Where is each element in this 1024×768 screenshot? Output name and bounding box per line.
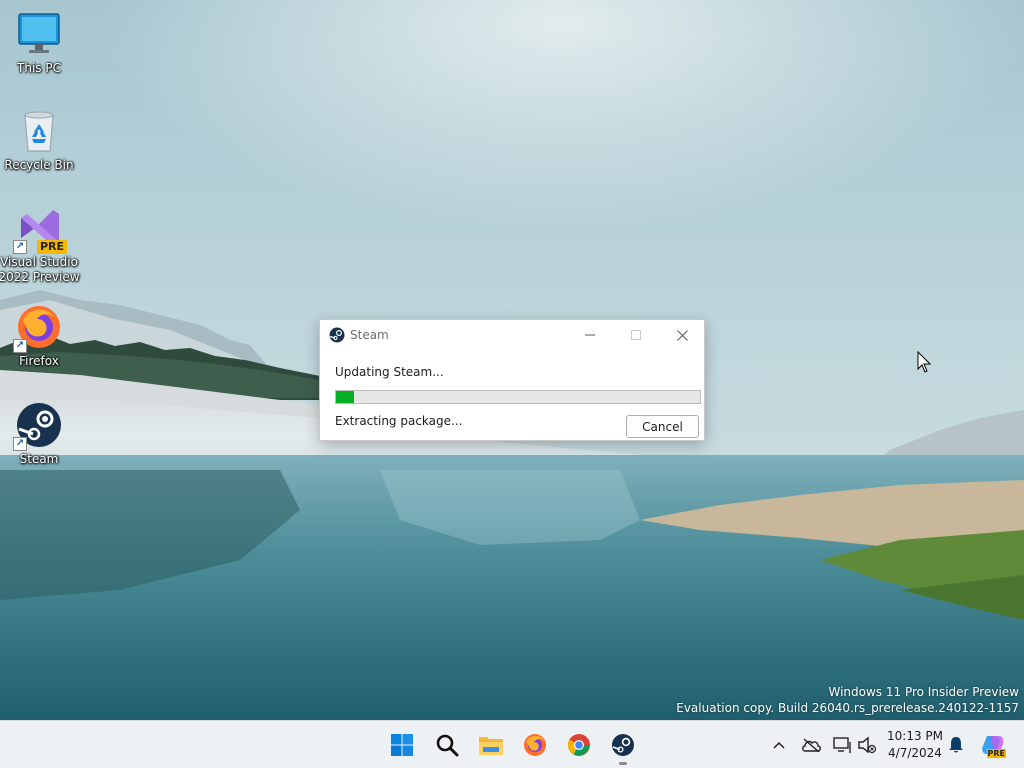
copilot-pre-badge: PRE (986, 749, 1006, 758)
pre-badge: PRE (36, 240, 67, 254)
shortcut-arrow-icon: ↗ (13, 437, 27, 451)
dialog-title: Steam (350, 328, 389, 342)
close-icon (676, 329, 688, 341)
shortcut-arrow-icon: ↗ (13, 240, 27, 254)
watermark-line-2: Evaluation copy. Build 26040.rs_prerelea… (676, 701, 1019, 715)
file-explorer-icon (479, 737, 503, 755)
start-icon (391, 734, 413, 756)
copilot-button[interactable]: PRE (980, 735, 1006, 758)
desktop-icon-label: Steam (19, 452, 59, 466)
desktop-icon-firefox[interactable]: ↗ Firefox (0, 303, 78, 369)
desktop-icon-label: Firefox (19, 354, 59, 368)
taskbar-steam[interactable] (607, 729, 639, 761)
update-progress-bar (335, 390, 701, 404)
taskbar-file-explorer[interactable] (475, 729, 507, 761)
minimize-button[interactable] (567, 320, 613, 350)
minimize-icon (585, 334, 595, 336)
watermark-line-1: Windows 11 Pro Insider Preview (828, 685, 1019, 699)
onedrive-button[interactable] (801, 735, 821, 755)
taskbar-chrome[interactable] (563, 729, 595, 761)
search-button[interactable] (431, 729, 463, 761)
steam-icon (612, 734, 634, 756)
desktop-icon-label: Visual Studio 2022 Preview (0, 255, 80, 284)
onedrive-icon (802, 738, 821, 752)
desktop-icon-label: This PC (17, 61, 61, 75)
maximize-icon (631, 330, 641, 340)
cancel-button[interactable]: Cancel (626, 415, 699, 438)
desktop-icon-recycle-bin[interactable]: Recycle Bin (0, 107, 78, 173)
notifications-button[interactable] (946, 735, 966, 755)
show-hidden-icons-button[interactable] (769, 735, 789, 755)
desktop-icon-this-pc[interactable]: This PC (0, 10, 78, 76)
notification-bell-icon (949, 737, 963, 753)
visual-studio-icon: PRE ↗ (13, 204, 67, 254)
monitor-icon (15, 10, 63, 58)
chrome-icon (568, 734, 590, 756)
network-icon (833, 737, 851, 753)
maximize-button (613, 320, 659, 350)
firefox-icon: ↗ (13, 303, 63, 353)
search-icon (436, 734, 459, 757)
chevron-up-icon (773, 741, 785, 749)
firefox-icon (524, 734, 546, 756)
steam-icon: ↗ (13, 401, 63, 451)
update-status-text: Updating Steam... (335, 365, 444, 379)
shortcut-arrow-icon: ↗ (13, 339, 27, 353)
start-button[interactable] (386, 729, 418, 761)
desktop-icon-steam[interactable]: ↗ Steam (0, 401, 78, 467)
running-indicator (619, 762, 627, 765)
progress-fill (336, 391, 355, 403)
taskbar: 10:13 PM 4/7/2024 PRE (0, 720, 1024, 768)
mouse-pointer-icon (917, 350, 932, 377)
taskbar-firefox[interactable] (519, 729, 551, 761)
network-button[interactable] (833, 735, 853, 755)
steam-icon (329, 327, 345, 343)
desktop-icon-visual-studio[interactable]: PRE ↗ Visual Studio 2022 Preview (0, 204, 80, 285)
close-button[interactable] (659, 320, 705, 350)
evaluation-watermark: Windows 11 Pro Insider Preview Evaluatio… (676, 684, 1019, 716)
desktop-icon-label: Recycle Bin (4, 158, 74, 172)
update-substatus-text: Extracting package... (335, 414, 463, 428)
steam-update-dialog: Steam Updating Steam... Extracting packa… (319, 319, 705, 441)
dialog-titlebar[interactable]: Steam (320, 320, 704, 350)
dialog-body: Updating Steam... Extracting package... … (320, 350, 704, 440)
recycle-bin-icon (15, 107, 63, 155)
